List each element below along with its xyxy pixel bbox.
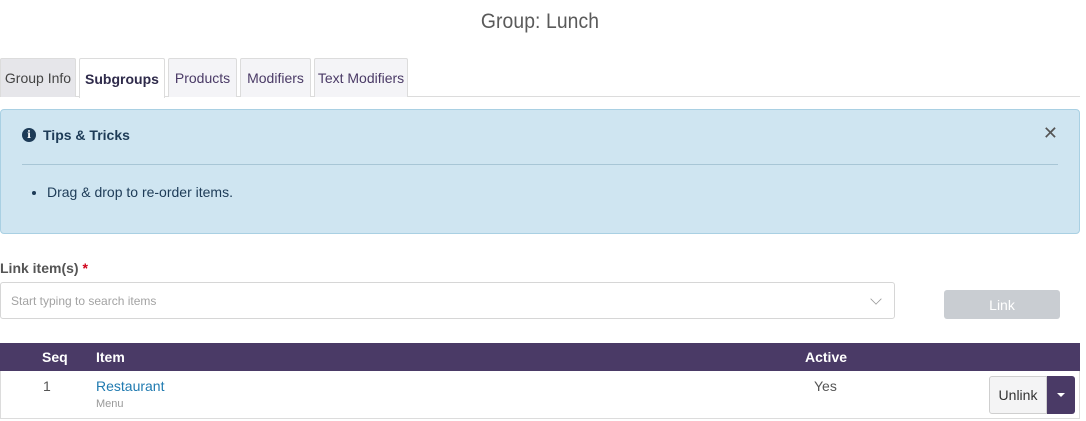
search-items-input[interactable] <box>1 283 841 318</box>
items-table: Seq Item Active 1 Restaurant Menu Yes Un… <box>0 343 1080 419</box>
link-items-label-text: Link item(s) <box>0 260 79 276</box>
chevron-down-icon[interactable] <box>870 293 882 305</box>
row-item-link[interactable]: Restaurant <box>96 378 164 394</box>
tab-subgroups[interactable]: Subgroups <box>79 58 165 98</box>
tips-header: i Tips & Tricks <box>22 127 130 143</box>
table-header: Seq Item Active <box>0 343 1080 371</box>
link-button[interactable]: Link <box>944 290 1060 319</box>
caret-down-icon <box>1057 393 1065 397</box>
dropdown-toggle-button[interactable] <box>1047 376 1075 414</box>
row-active: Yes <box>814 378 837 394</box>
row-item-sub: Menu <box>96 398 124 410</box>
unlink-button-group: Unlink <box>989 376 1075 414</box>
tips-divider <box>22 164 1058 165</box>
page-title: Group: Lunch <box>480 10 600 33</box>
tips-item: Drag & drop to re-order items. <box>47 184 233 200</box>
unlink-button[interactable]: Unlink <box>989 376 1047 414</box>
info-icon: i <box>22 128 36 142</box>
table-row[interactable]: 1 Restaurant Menu Yes Unlink <box>0 371 1080 419</box>
tab-group-info[interactable]: Group Info <box>0 58 76 97</box>
header-active: Active <box>805 349 848 365</box>
close-icon[interactable]: ✕ <box>1043 124 1058 142</box>
tips-title: Tips & Tricks <box>43 127 130 143</box>
header-item: Item <box>96 349 125 365</box>
required-mark: * <box>82 260 88 276</box>
tab-products[interactable]: Products <box>168 58 237 97</box>
tips-panel: i Tips & Tricks ✕ Drag & drop to re-orde… <box>0 109 1080 234</box>
tab-modifiers[interactable]: Modifiers <box>240 58 311 97</box>
link-items-label: Link item(s) * <box>0 260 88 276</box>
row-seq: 1 <box>43 378 51 394</box>
header-seq: Seq <box>42 349 68 365</box>
tips-list: Drag & drop to re-order items. <box>47 184 233 200</box>
tab-bar: Group Info Subgroups Products Modifiers … <box>0 58 1080 98</box>
tab-text-modifiers[interactable]: Text Modifiers <box>314 58 408 97</box>
search-items-field[interactable] <box>0 282 895 319</box>
